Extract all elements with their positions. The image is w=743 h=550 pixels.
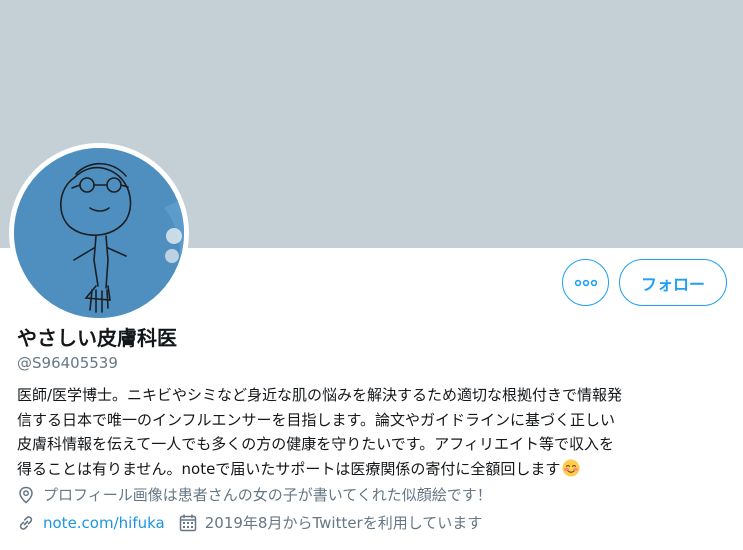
more-options-button[interactable] bbox=[562, 259, 609, 306]
follow-button[interactable]: フォロー bbox=[619, 259, 727, 306]
smiling-face-with-blush-emoji bbox=[562, 459, 580, 477]
bio-line: 信する日本で唯一のインフルエンサーを目指します。論文やガイドラインに基づく正しい bbox=[17, 410, 616, 429]
avatar[interactable] bbox=[14, 148, 184, 318]
location-text: プロフィール画像は患者さんの女の子が書いてくれた似顔絵です！ bbox=[43, 486, 492, 504]
avatar-drawing bbox=[14, 148, 184, 318]
profile-bio: 医師/医学博士。ニキビやシミなど身近な肌の悩みを解決するため適切な根拠付きで情報… bbox=[17, 383, 722, 481]
bio-line-text: 得ることは有りません。noteで届いたサポートは医療関係の寄付に全額回します bbox=[17, 459, 561, 478]
profile-location: プロフィール画像は患者さんの女の子が書いてくれた似顔絵です！ bbox=[17, 484, 492, 505]
bio-line: 医師/医学博士。ニキビやシミなど身近な肌の悩みを解決するため適切な根拠付きで情報… bbox=[17, 386, 623, 404]
more-dots-icon bbox=[574, 279, 597, 286]
bio-line: 得ることは有りません。noteで届いたサポートは医療関係の寄付に全額回します bbox=[17, 457, 722, 482]
joined-date: 2019年8月からTwitterを利用しています bbox=[204, 514, 483, 532]
user-handle: @S96405539 bbox=[17, 354, 118, 372]
bio-line: 皮膚科情報を伝えて一人でも多くの方の健康を守りたいです。アフィリエイト等で収入を bbox=[17, 435, 615, 453]
profile-meta: note.com/hifuka 2019年8月からTwitterを利用しています bbox=[17, 512, 482, 533]
location-pin-icon bbox=[17, 486, 35, 504]
calendar-icon bbox=[179, 513, 197, 532]
link-icon bbox=[17, 514, 35, 532]
website-link[interactable]: note.com/hifuka bbox=[43, 514, 165, 532]
display-name: やさしい皮膚科医 bbox=[17, 326, 177, 350]
